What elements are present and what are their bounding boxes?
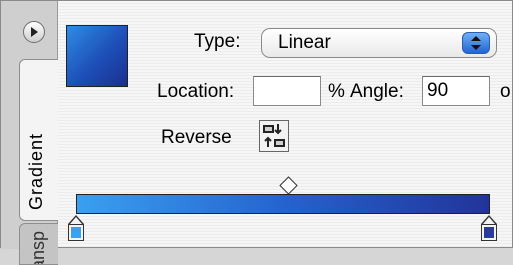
angle-field[interactable]: 90 [422,76,490,106]
gradient-swatch[interactable] [66,25,128,87]
location-label: Location: [157,81,235,102]
select-arrows-icon [462,32,490,54]
reverse-label: Reverse [161,127,232,148]
angle-unit: o [500,81,511,102]
color-stop-start[interactable] [68,215,84,241]
midpoint-slider[interactable] [279,176,298,195]
color-stop-end[interactable] [481,215,497,241]
angle-label: Angle: [350,81,404,102]
location-unit: % [328,81,345,102]
location-field[interactable] [253,76,321,106]
type-label: Type: [194,31,241,52]
tab-transparency[interactable]: ransp [19,223,58,265]
type-select-value: Linear [278,32,331,53]
reverse-button[interactable] [259,120,289,152]
angle-value: 90 [427,80,449,101]
reverse-gradient-icon [263,124,285,147]
circle-right-arrow-icon [31,27,38,37]
panel-tab-strip: Gradient ransp [1,1,58,265]
type-select[interactable]: Linear [261,28,497,58]
gradient-panel: Gradient ransp Type: Linear Location: % … [0,0,513,265]
tab-gradient-label: Gradient [26,132,46,210]
tab-gradient[interactable]: Gradient [19,59,58,221]
gradient-bar[interactable] [76,194,490,214]
panel-menu-button[interactable] [23,21,45,43]
